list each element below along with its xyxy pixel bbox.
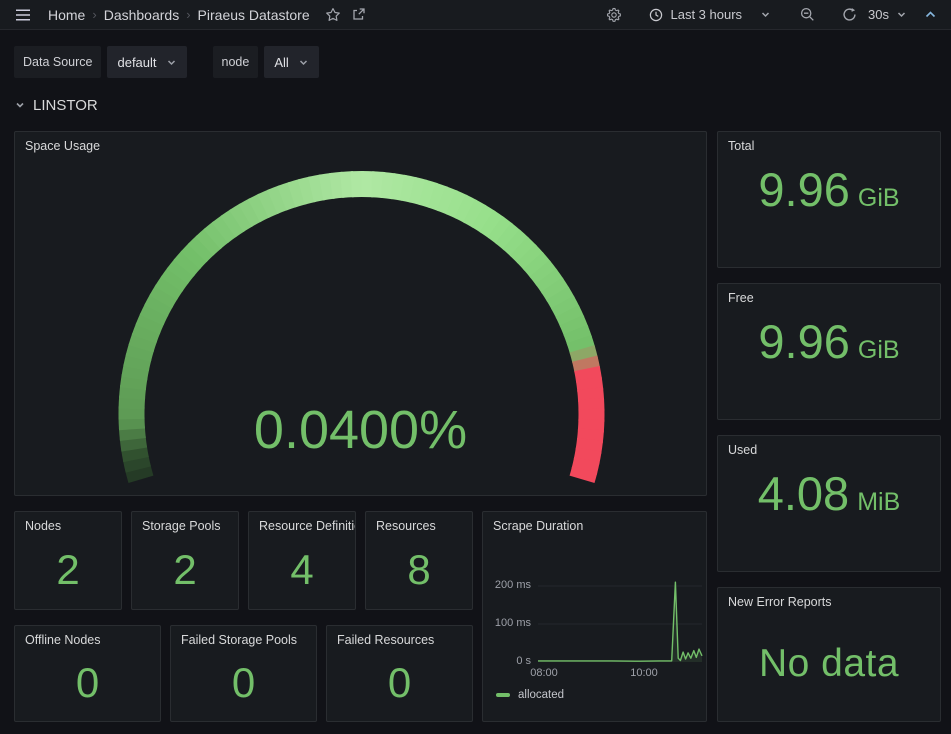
variable-datasource-select[interactable]: default: [107, 46, 186, 78]
panel-resource-definitions: Resource Definitions 4: [248, 511, 356, 610]
magnifier-minus-icon: [800, 7, 815, 22]
chevron-right-icon: ›: [92, 7, 96, 22]
stat-failed-resources-value: 0: [327, 652, 472, 713]
breadcrumb-dashboards[interactable]: Dashboards: [104, 7, 180, 23]
clock-icon: [649, 8, 663, 22]
panel-failed-storage-pools: Failed Storage Pools 0: [170, 625, 317, 722]
time-range-label: Last 3 hours: [670, 7, 742, 22]
share-dashboard-button[interactable]: [346, 2, 372, 28]
favorite-dashboard-button[interactable]: [320, 2, 346, 28]
panel-title-nodes[interactable]: Nodes: [15, 512, 121, 533]
variable-node-label: node: [213, 46, 259, 78]
variable-datasource-value: default: [117, 55, 156, 70]
chevron-right-icon: ›: [186, 7, 190, 22]
menu-toggle-button[interactable]: [10, 2, 36, 28]
panel-title-storage-pools[interactable]: Storage Pools: [132, 512, 238, 533]
chevron-down-icon: [896, 9, 907, 20]
time-range-picker[interactable]: Last 3 hours: [643, 2, 748, 28]
stat-resource-definitions-value: 4: [249, 538, 355, 601]
variable-node-select[interactable]: All: [264, 46, 318, 78]
refresh-interval-label: 30s: [868, 7, 889, 22]
panel-storage-pools: Storage Pools 2: [131, 511, 239, 610]
panel-title-resource-definitions[interactable]: Resource Definitions: [249, 512, 355, 533]
row-title: LINSTOR: [33, 97, 98, 114]
refresh-interval-picker[interactable]: 30s: [862, 2, 913, 28]
chevron-down-icon: [760, 9, 771, 20]
variable-datasource: Data Source default: [14, 46, 187, 78]
hamburger-icon: [15, 8, 31, 22]
x-axis-tick-0800: 08:00: [524, 667, 564, 679]
chevron-up-icon: [924, 8, 937, 21]
zoom-out-time-button[interactable]: [794, 2, 820, 28]
no-data-message: No data: [718, 612, 940, 715]
stat-offline-nodes-value: 0: [15, 652, 160, 713]
panel-nodes: Nodes 2: [14, 511, 122, 610]
refresh-button[interactable]: [836, 2, 862, 28]
panel-total: Total 9.96 GiB: [717, 131, 941, 268]
breadcrumb-home[interactable]: Home: [48, 7, 85, 23]
panel-title-failed-storage-pools[interactable]: Failed Storage Pools: [171, 626, 316, 647]
panel-title-new-error-reports[interactable]: New Error Reports: [718, 588, 940, 609]
panel-title-space-usage[interactable]: Space Usage: [15, 132, 706, 153]
panel-title-offline-nodes[interactable]: Offline Nodes: [15, 626, 160, 647]
panel-resources: Resources 8: [365, 511, 473, 610]
refresh-icon: [842, 7, 857, 22]
variable-node: node All: [213, 46, 319, 78]
gear-icon: [606, 7, 622, 23]
chevron-down-icon: [166, 57, 177, 68]
dashboard-variables-bar: Data Source default node All: [14, 44, 937, 80]
panel-offline-nodes: Offline Nodes 0: [14, 625, 161, 722]
breadcrumb: Home › Dashboards › Piraeus Datastore: [48, 7, 310, 23]
row-header-linstor[interactable]: LINSTOR: [14, 92, 98, 118]
panel-used: Used 4.08 MiB: [717, 435, 941, 572]
stat-free: 9.96 GiB: [718, 318, 940, 415]
y-axis-tick-200ms: 200 ms: [483, 579, 531, 591]
panel-title-failed-resources[interactable]: Failed Resources: [327, 626, 472, 647]
variable-datasource-label: Data Source: [14, 46, 101, 78]
stat-storage-pools-value: 2: [132, 538, 238, 601]
panel-title-used[interactable]: Used: [718, 436, 940, 457]
stat-used-unit: MiB: [857, 488, 900, 517]
share-icon: [351, 7, 366, 22]
panel-title-scrape-duration[interactable]: Scrape Duration: [483, 512, 706, 533]
chevron-down-icon: [14, 99, 26, 111]
panel-failed-resources: Failed Resources 0: [326, 625, 473, 722]
chevron-down-icon: [298, 57, 309, 68]
stat-total-unit: GiB: [858, 184, 900, 213]
stat-resources-value: 8: [366, 538, 472, 601]
y-axis-tick-100ms: 100 ms: [483, 617, 531, 629]
series-color-swatch: [496, 693, 510, 697]
stat-free-unit: GiB: [858, 336, 900, 365]
x-axis-tick-1000: 10:00: [624, 667, 664, 679]
panel-title-free[interactable]: Free: [718, 284, 940, 305]
stat-failed-storage-pools-value: 0: [171, 652, 316, 713]
panel-space-usage: Space Usage 0.0400%: [14, 131, 707, 496]
legend-label: allocated: [518, 689, 564, 701]
stat-nodes-value: 2: [15, 538, 121, 601]
stat-free-value: 9.96: [758, 318, 849, 365]
time-range-caret-button[interactable]: [752, 2, 778, 28]
gauge-value: 0.0400%: [15, 397, 706, 463]
panel-scrape-duration: Scrape Duration 200 ms 100 ms 0 s 08:00 …: [482, 511, 707, 722]
legend-item-allocated[interactable]: allocated: [496, 689, 564, 701]
dashboard-settings-button[interactable]: [601, 2, 627, 28]
stat-total-value: 9.96: [758, 166, 849, 213]
breadcrumb-current-dashboard: Piraeus Datastore: [198, 7, 310, 23]
panel-new-error-reports: New Error Reports No data: [717, 587, 941, 722]
star-icon: [325, 7, 341, 23]
stat-used-value: 4.08: [758, 470, 849, 517]
stat-used: 4.08 MiB: [718, 470, 940, 567]
variable-node-value: All: [274, 55, 288, 70]
stat-total: 9.96 GiB: [718, 166, 940, 263]
panel-title-resources[interactable]: Resources: [366, 512, 472, 533]
y-axis-tick-0s: 0 s: [483, 655, 531, 667]
panel-free: Free 9.96 GiB: [717, 283, 941, 420]
panel-title-total[interactable]: Total: [718, 132, 940, 153]
top-nav-bar: Home › Dashboards › Piraeus Datastore: [0, 0, 951, 30]
collapse-topbar-button[interactable]: [917, 2, 943, 28]
